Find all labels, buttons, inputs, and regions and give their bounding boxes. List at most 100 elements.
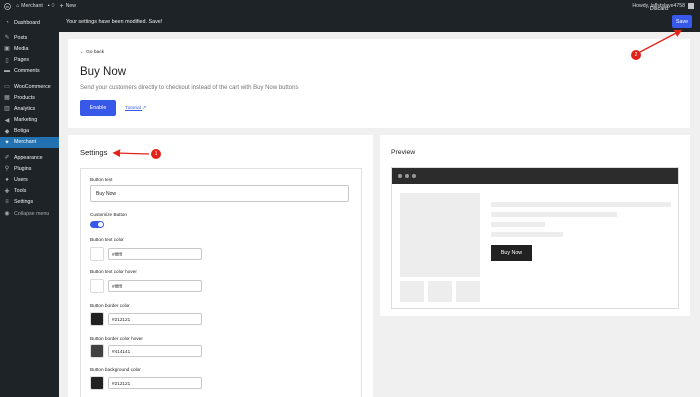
color-swatch[interactable]: [90, 279, 104, 293]
tutorial-link[interactable]: Tutorial ↗: [125, 106, 146, 111]
sidebar-item-label: Merchant: [14, 139, 37, 146]
annotation-badge-1: 1: [151, 149, 161, 159]
avatar: [688, 3, 694, 9]
color-hex-input[interactable]: #ffffff: [108, 280, 202, 292]
text-line-placeholder: [491, 202, 671, 207]
module-header-card: ← Go back Buy Now Send your customers di…: [68, 39, 690, 128]
window-dot-icon: [398, 174, 402, 178]
sidebar-item-label: Posts: [14, 34, 28, 41]
palette-icon: ◆: [4, 128, 10, 135]
chart-icon: ▥: [4, 106, 10, 113]
sidebar-item-label: WooCommerce: [14, 83, 51, 90]
sidebar-item-label: Media: [14, 45, 29, 52]
sidebar-item-label: Appearance: [14, 154, 43, 161]
preview-title: Preview: [391, 149, 416, 156]
tutorial-label: Tutorial: [125, 106, 141, 111]
button-text-input[interactable]: Buy Now: [90, 185, 349, 202]
sidebar-item-appearance[interactable]: ✐ Appearance: [0, 152, 59, 163]
sidebar-item-label: Botiga: [14, 128, 30, 135]
color-field: #ffffff: [90, 279, 210, 293]
product-image-placeholder: [400, 193, 480, 277]
megaphone-icon: ◀: [4, 117, 10, 124]
sidebar-item-label: Tools: [14, 188, 27, 195]
wordpress-logo-icon[interactable]: W: [4, 2, 11, 10]
comment-icon: ▬: [4, 68, 10, 75]
sidebar-item-label: Analytics: [14, 105, 36, 112]
discard-button[interactable]: Discard: [650, 6, 668, 12]
unsaved-notice-bar: Your settings have been modified. Save!: [59, 12, 700, 32]
new-content-link[interactable]: + New: [60, 3, 76, 10]
plug-icon: ⚲: [4, 166, 10, 173]
sidebar-item-merchant[interactable]: ✦ Merchant: [0, 136, 59, 149]
sidebar-item-pages[interactable]: ▯ Pages: [0, 55, 59, 66]
enable-button[interactable]: Enable: [80, 100, 116, 116]
customize-button-toggle[interactable]: [90, 221, 104, 228]
color-hex-input[interactable]: #ffffff: [108, 248, 202, 260]
color-label: Button text color: [90, 237, 124, 242]
save-button[interactable]: Save: [672, 15, 692, 28]
color-label: Button border color hover: [90, 336, 143, 341]
thumbnail-placeholder: [456, 281, 480, 302]
color-swatch[interactable]: [90, 344, 104, 358]
sidebar-item-botiga[interactable]: ◆ Botiga: [0, 126, 59, 137]
woocommerce-icon: ▭: [4, 84, 10, 91]
sidebar-item-label: Comments: [14, 68, 40, 75]
window-dot-icon: [405, 174, 409, 178]
sidebar-item-analytics[interactable]: ▥ Analytics: [0, 103, 59, 114]
color-hex-input[interactable]: #212121: [108, 377, 202, 389]
text-line-placeholder: [491, 232, 563, 237]
media-icon: ▣: [4, 46, 10, 53]
color-swatch[interactable]: [90, 376, 104, 390]
collapse-menu-button[interactable]: ◉ Collapse menu: [0, 208, 59, 219]
sidebar-item-label: Dashboard: [14, 19, 40, 26]
color-hex-input[interactable]: #212121: [108, 313, 202, 325]
preview-browser-frame: Buy Now: [391, 167, 679, 309]
external-link-icon: ↗: [142, 106, 147, 111]
sidebar-item-posts[interactable]: ✎ Posts: [0, 32, 59, 43]
sidebar-item-dashboard[interactable]: ◔ Dashboard: [0, 17, 59, 28]
arrow-left-icon: ←: [80, 50, 85, 55]
sidebar-item-plugins[interactable]: ⚲ Plugins: [0, 163, 59, 174]
sidebar-item-users[interactable]: ● Users: [0, 174, 59, 185]
page-description: Send your customers directly to checkout…: [80, 85, 299, 91]
home-icon: ⌂: [16, 3, 20, 9]
color-swatch[interactable]: [90, 312, 104, 326]
comments-count: 0: [51, 3, 55, 9]
color-field: #212121: [90, 312, 210, 326]
sidebar-item-label: Pages: [14, 57, 30, 64]
window-dot-icon: [412, 174, 416, 178]
color-label: Button border color: [90, 303, 130, 308]
color-field: #ffffff: [90, 247, 210, 261]
page-title: Buy Now: [80, 66, 127, 78]
sidebar-item-marketing[interactable]: ◀ Marketing: [0, 115, 59, 126]
sidebar-item-tools[interactable]: ✚ Tools: [0, 186, 59, 197]
site-name-link[interactable]: ⌂ Merchant: [16, 3, 43, 9]
comments-link[interactable]: ▪ 0: [48, 3, 55, 9]
merchant-icon: ✦: [4, 139, 10, 146]
thumbnail-placeholder: [400, 281, 424, 302]
sidebar-item-label: Plugins: [14, 165, 32, 172]
buy-now-preview-button: Buy Now: [491, 245, 532, 261]
color-label: Button text color hover: [90, 269, 137, 274]
sidebar-item-label: Marketing: [14, 117, 38, 124]
go-back-link[interactable]: ← Go back: [80, 50, 104, 55]
thumbnail-placeholder: [428, 281, 452, 302]
sidebar-item-settings[interactable]: ≡ Settings: [0, 197, 59, 208]
box-icon: ▦: [4, 95, 10, 102]
color-hex-input[interactable]: #414141: [108, 345, 202, 357]
color-swatch[interactable]: [90, 247, 104, 261]
brush-icon: ✐: [4, 155, 10, 162]
dashboard-icon: ◔: [5, 19, 9, 26]
sidebar-item-comments[interactable]: ▬ Comments: [0, 66, 59, 77]
button-text-label: Button text: [90, 177, 113, 182]
sidebar-item-label: Settings: [14, 199, 34, 206]
color-field: #414141: [90, 344, 210, 358]
sidebar-item-products[interactable]: ▦ Products: [0, 92, 59, 103]
sidebar-item-label: Users: [14, 177, 28, 184]
user-icon: ●: [5, 177, 9, 184]
sidebar-item-woocommerce[interactable]: ▭ WooCommerce: [0, 81, 59, 92]
text-line-placeholder: [491, 212, 617, 217]
sliders-icon: ≡: [5, 199, 9, 206]
sidebar-item-media[interactable]: ▣ Media: [0, 43, 59, 54]
browser-toolbar: [392, 168, 678, 184]
